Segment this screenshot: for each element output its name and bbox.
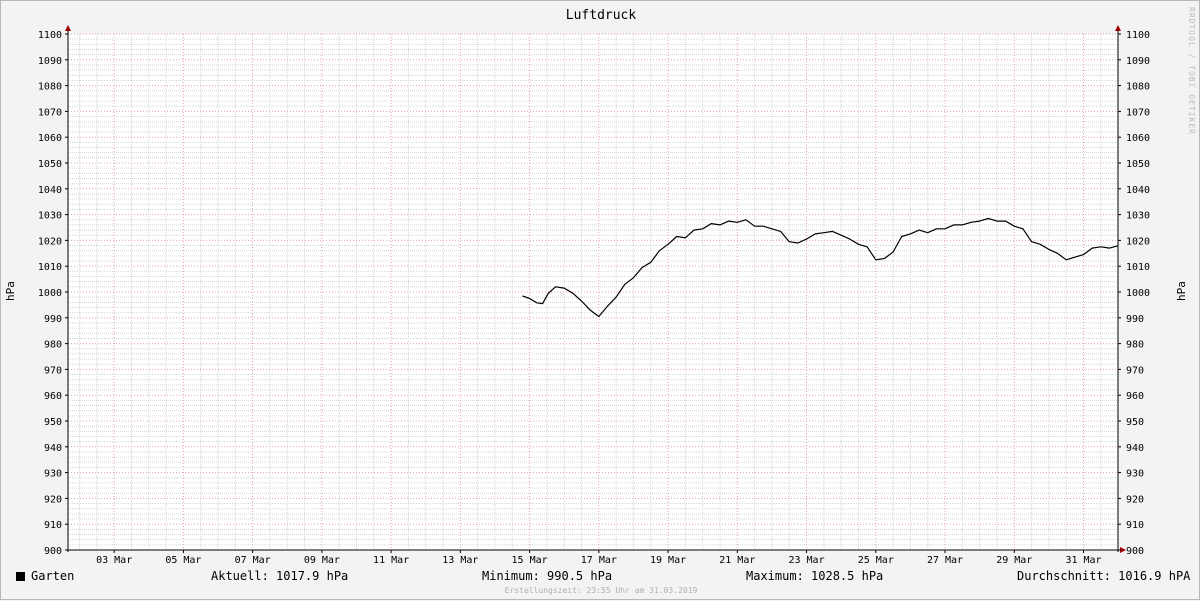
y-tick-label-right: 990 [1126, 314, 1144, 325]
y-tick-label-right: 1080 [1126, 82, 1150, 93]
footer-creation-time: Erstellungszeit: 23:55 Uhr am 31.03.2019 [504, 586, 698, 595]
legend-swatch [16, 572, 25, 581]
y-tick-label-left: 990 [44, 314, 62, 325]
y-tick-label-left: 1100 [38, 30, 62, 41]
y-tick-label-left: 1060 [38, 133, 62, 144]
y-tick-labels-right: 900 910 920 930 940 950 960 970 980 990 1000 1010 10… [1126, 30, 1150, 557]
y-tick-label-right: 1090 [1126, 56, 1150, 67]
x-tick-label: 29 Mar [996, 555, 1032, 566]
chart-frame: 900 910 920 930 940 950 960 970 980 990 1000 1010 10… [0, 0, 1200, 600]
y-tick-label-right: 930 [1126, 469, 1144, 480]
y-tick-label-left: 1030 [38, 211, 62, 222]
y-tick-label-right: 910 [1126, 520, 1144, 531]
chart-title: Luftdruck [566, 8, 637, 23]
y-tick-label-right: 1030 [1126, 211, 1150, 222]
y-tick-labels-left: 900 910 920 930 940 950 960 970 980 990 1000 1010 10… [38, 30, 62, 557]
x-tick-label: 07 Mar [235, 555, 271, 566]
y-tick-label-left: 960 [44, 391, 62, 402]
x-tick-labels: 03 Mar 05 Mar 07 Mar 09 Mar 11 Mar 13 Mar 15 M… [96, 555, 1101, 566]
y-tick-label-right: 1040 [1126, 185, 1150, 196]
y-tick-label-left: 950 [44, 417, 62, 428]
x-tick-label: 03 Mar [96, 555, 132, 566]
y-tick-label-left: 1040 [38, 185, 62, 196]
y-tick-label-right: 980 [1126, 340, 1144, 351]
y-axis-arrow-left [65, 25, 71, 31]
x-tick-label: 05 Mar [165, 555, 201, 566]
y-tick-label-right: 1100 [1126, 30, 1150, 41]
y-axis-label-right: hPa [1175, 281, 1188, 301]
pressure-chart: 900 910 920 930 940 950 960 970 980 990 1000 1010 10… [4, 7, 1196, 566]
x-tick-label: 19 Mar [650, 555, 686, 566]
legend-series-name: Garten [31, 569, 75, 583]
legend-minimum: Minimum: 990.5 hPa [482, 569, 613, 583]
x-tick-label: 15 Mar [512, 555, 548, 566]
x-tick-label: 23 Mar [788, 555, 824, 566]
y-tick-label-left: 1010 [38, 262, 62, 273]
y-axis-label-left: hPa [4, 281, 17, 301]
y-tick-label-right: 1000 [1126, 288, 1150, 299]
x-tick-label: 21 Mar [719, 555, 755, 566]
legend-average: Durchschnitt: 1016.9 hPA [1017, 569, 1191, 583]
y-tick-label-left: 1020 [38, 236, 62, 247]
legend-current: Aktuell: 1017.9 hPa [211, 569, 349, 583]
y-tick-label-right: 1020 [1126, 236, 1150, 247]
y-tick-label-left: 1050 [38, 159, 62, 170]
y-tick-label-right: 1010 [1126, 262, 1150, 273]
y-tick-label-left: 1090 [38, 56, 62, 67]
x-tick-label: 13 Mar [442, 555, 478, 566]
y-tick-label-left: 1070 [38, 107, 62, 118]
x-tick-label: 31 Mar [1065, 555, 1101, 566]
y-tick-label-left: 920 [44, 494, 62, 505]
y-axis-arrow-right [1115, 25, 1121, 31]
y-tick-label-left: 980 [44, 340, 62, 351]
y-tick-label-left: 940 [44, 443, 62, 454]
x-tick-label: 09 Mar [304, 555, 340, 566]
y-tick-label-right: 940 [1126, 443, 1144, 454]
legend-item-garten: Garten [16, 569, 74, 585]
y-tick-label-left: 1000 [38, 288, 62, 299]
x-tick-label: 17 Mar [581, 555, 617, 566]
y-tick-label-right: 960 [1126, 391, 1144, 402]
rrdtool-watermark: RRDTOOL / TOBI OETIKER [1187, 7, 1196, 135]
y-tick-label-right: 920 [1126, 494, 1144, 505]
x-tick-label: 27 Mar [927, 555, 963, 566]
x-tick-label: 25 Mar [858, 555, 894, 566]
y-tick-label-right: 900 [1126, 546, 1144, 557]
y-tick-label-left: 900 [44, 546, 62, 557]
y-tick-label-right: 1060 [1126, 133, 1150, 144]
y-tick-label-right: 950 [1126, 417, 1144, 428]
y-tick-label-right: 1070 [1126, 107, 1150, 118]
y-tick-label-left: 1080 [38, 82, 62, 93]
y-tick-label-right: 1050 [1126, 159, 1150, 170]
y-tick-label-left: 910 [44, 520, 62, 531]
y-tick-label-left: 930 [44, 469, 62, 480]
y-tick-label-left: 970 [44, 365, 62, 376]
legend-maximum: Maximum: 1028.5 hPa [746, 569, 884, 583]
y-tick-label-right: 970 [1126, 365, 1144, 376]
x-tick-label: 11 Mar [373, 555, 409, 566]
